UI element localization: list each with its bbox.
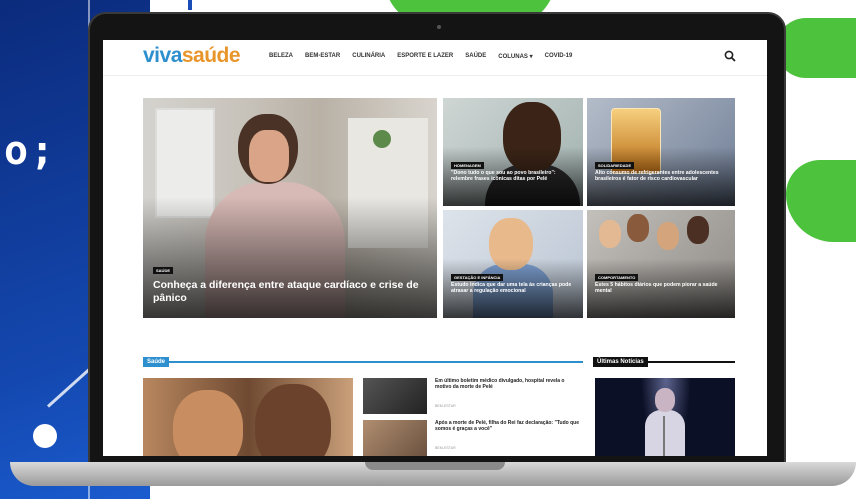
nav-item-bem-estar[interactable]: BEM-ESTAR (305, 53, 340, 60)
circuit-node (33, 424, 57, 448)
featured-article-soda[interactable]: SOLIDARIEDADE Alto consumo de refrigeran… (587, 98, 735, 206)
article-thumbnail[interactable] (363, 378, 427, 414)
nav-item-saude[interactable]: SAÚDE (465, 53, 486, 60)
category-badge[interactable]: SAÚDE (153, 267, 174, 274)
nav-item-esporte[interactable]: ESPORTE E LAZER (397, 53, 453, 60)
article-category: BEM-ESTAR (435, 404, 456, 408)
article-title[interactable]: Estudo indica que dar uma tela às crianç… (451, 282, 576, 295)
article-title[interactable]: Conheça a diferença entre ataque cardíac… (153, 279, 423, 305)
image-gradient (587, 210, 735, 318)
featured-article-pele[interactable]: HOMENAGEM "Dono tudo o que sou ao povo b… (443, 98, 583, 206)
search-icon[interactable] (724, 50, 736, 62)
featured-article-child[interactable]: GESTAÇÃO E INFÂNCIA Estudo indica que da… (443, 210, 583, 318)
category-badge[interactable]: GESTAÇÃO E INFÂNCIA (451, 274, 504, 281)
section-lead-image[interactable] (143, 378, 353, 456)
photo-person-face (173, 390, 243, 456)
article-title[interactable]: Estes 5 hábitos diários que podem piorar… (595, 282, 727, 295)
nav-item-colunas[interactable]: COLUNAS ▾ (498, 53, 532, 60)
nav-item-culinaria[interactable]: CULINÁRIA (352, 53, 385, 60)
category-badge[interactable]: COMPORTAMENTO (595, 274, 639, 281)
latest-news-image[interactable] (595, 378, 735, 456)
section-title[interactable]: Últimas Notícias (593, 357, 648, 367)
image-gradient (443, 210, 583, 318)
site-logo[interactable]: vivasaúde (143, 44, 241, 68)
laptop-camera (437, 25, 441, 29)
section-title[interactable]: Saúde (143, 357, 170, 367)
main-nav: BELEZA BEM-ESTAR CULINÁRIA ESPORTE E LAZ… (269, 53, 572, 60)
list-item[interactable]: Em último boletim médico divulgado, hosp… (363, 378, 583, 414)
featured-article-group[interactable]: COMPORTAMENTO Estes 5 hábitos diários qu… (587, 210, 735, 318)
category-badge[interactable]: HOMENAGEM (451, 162, 484, 169)
article-title[interactable]: "Dono tudo o que sou ao povo brasileiro"… (451, 170, 576, 183)
photo-person-head (655, 388, 675, 412)
backdrop-code-glyph: o; (4, 128, 57, 174)
article-title[interactable]: Alto consumo de refrigerantes entre adol… (595, 170, 727, 183)
section-header-latest: Últimas Notícias (593, 350, 735, 367)
image-gradient (587, 98, 735, 206)
backdrop-stripe (188, 0, 192, 10)
article-thumbnail[interactable] (363, 420, 427, 456)
category-badge[interactable]: SOLIDARIEDADE (595, 162, 635, 169)
microphone-stand (663, 416, 665, 456)
article-title[interactable]: Em último boletim médico divulgado, hosp… (435, 378, 580, 391)
article-category: BEM-ESTAR (435, 446, 456, 450)
section-header-saude: Saúde (143, 350, 583, 367)
featured-grid: SAÚDE Conheça a diferença entre ataque c… (143, 98, 735, 318)
article-title[interactable]: Após a morte de Pelé, filha do Rei faz d… (435, 420, 580, 433)
site-header: vivasaúde BELEZA BEM-ESTAR CULINÁRIA ESP… (103, 40, 767, 76)
nav-item-covid[interactable]: COVID-19 (545, 53, 573, 60)
logo-text-saude: saúde (181, 44, 241, 67)
photo-person-face (255, 384, 331, 456)
list-item[interactable]: Após a morte de Pelé, filha do Rei faz d… (363, 420, 583, 456)
featured-main-article[interactable]: SAÚDE Conheça a diferença entre ataque c… (143, 98, 437, 318)
nav-item-beleza[interactable]: BELEZA (269, 53, 293, 60)
laptop-screen: vivasaúde BELEZA BEM-ESTAR CULINÁRIA ESP… (103, 40, 767, 456)
logo-text-viva: viva (143, 44, 182, 67)
laptop-notch (365, 462, 505, 470)
image-gradient (443, 98, 583, 206)
photo-person-body (645, 410, 685, 456)
green-leaf-shape (776, 18, 856, 78)
